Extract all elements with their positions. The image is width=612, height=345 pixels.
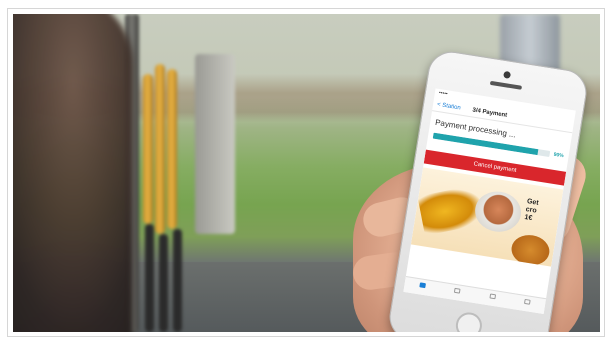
progress-percent: 90% [553, 151, 565, 160]
fuel-pump-nozzles [125, 14, 235, 332]
promo-banner[interactable]: Get cro 1€ [410, 167, 564, 267]
home-button[interactable] [454, 310, 484, 332]
earpiece-speaker [489, 80, 523, 90]
promo-headline: Get cro 1€ [523, 198, 540, 223]
tab-map[interactable] [485, 292, 500, 304]
phone-screen: ••••• < Station 3/4 Payment Payment proc… [403, 88, 576, 315]
pump-icon [419, 281, 426, 288]
tab-pump[interactable] [414, 281, 429, 293]
pastry-image [509, 232, 552, 267]
blurred-person [13, 14, 133, 332]
tab-account[interactable] [520, 298, 535, 310]
gas-station-photo: ••••• < Station 3/4 Payment Payment proc… [13, 14, 600, 332]
back-button[interactable]: < Station [437, 101, 462, 111]
tab-bar [403, 276, 547, 315]
front-camera [503, 70, 512, 79]
map-icon [489, 292, 496, 299]
tab-receipts[interactable] [449, 287, 464, 299]
status-time [509, 101, 510, 108]
battery-indicator [571, 111, 572, 118]
account-icon [524, 298, 532, 305]
carrier-signal: ••••• [438, 89, 449, 98]
coffee-cup-image [472, 188, 524, 236]
receipt-icon [454, 287, 461, 294]
photo-frame: ••••• < Station 3/4 Payment Payment proc… [7, 8, 605, 337]
nav-title: 3/4 Payment [472, 106, 508, 119]
